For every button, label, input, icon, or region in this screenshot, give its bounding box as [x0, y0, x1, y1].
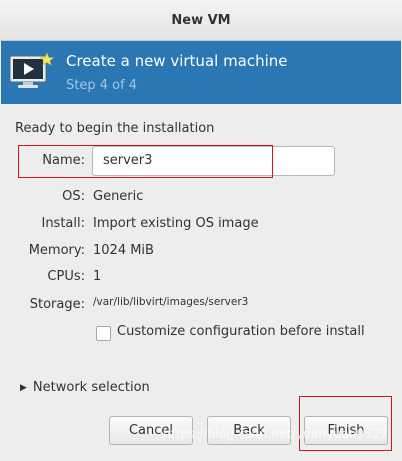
- wizard-content: Ready to begin the installation Name: se…: [1, 104, 401, 461]
- wizard-title: Create a new virtual machine: [66, 52, 288, 70]
- wizard-banner: Create a new virtual machine Step 4 of 4: [1, 41, 401, 104]
- name-label: Name:: [42, 153, 85, 168]
- install-label: Install:: [41, 216, 85, 231]
- cancel-button[interactable]: Cancel: [109, 416, 193, 445]
- window-title: New VM: [171, 12, 231, 28]
- customize-checkbox-label[interactable]: Customize configuration before install: [117, 324, 365, 339]
- monitor-play-icon: [9, 52, 55, 88]
- wizard-step-indicator: Step 4 of 4: [66, 78, 138, 93]
- network-selection-expander[interactable]: ▶ Network selection: [20, 380, 150, 395]
- os-value: Generic: [93, 189, 144, 204]
- cpus-label: CPUs:: [47, 269, 85, 284]
- expander-arrow-icon: ▶: [20, 382, 27, 393]
- memory-label: Memory:: [28, 243, 85, 258]
- name-input[interactable]: server3: [92, 146, 335, 176]
- cpus-value: 1: [93, 269, 102, 284]
- back-button[interactable]: Back: [207, 416, 291, 445]
- customize-checkbox[interactable]: [96, 326, 111, 341]
- window-titlebar: New VM: [0, 0, 402, 41]
- memory-value: 1024 MiB: [93, 243, 154, 258]
- install-value: Import existing OS image: [93, 216, 259, 231]
- network-selection-label: Network selection: [32, 380, 150, 395]
- finish-button[interactable]: Finish: [304, 416, 388, 445]
- os-label: OS:: [62, 189, 85, 204]
- storage-value: /var/lib/libvirt/images/server3: [93, 296, 249, 308]
- storage-label: Storage:: [29, 297, 85, 312]
- section-heading: Ready to begin the installation: [15, 121, 215, 136]
